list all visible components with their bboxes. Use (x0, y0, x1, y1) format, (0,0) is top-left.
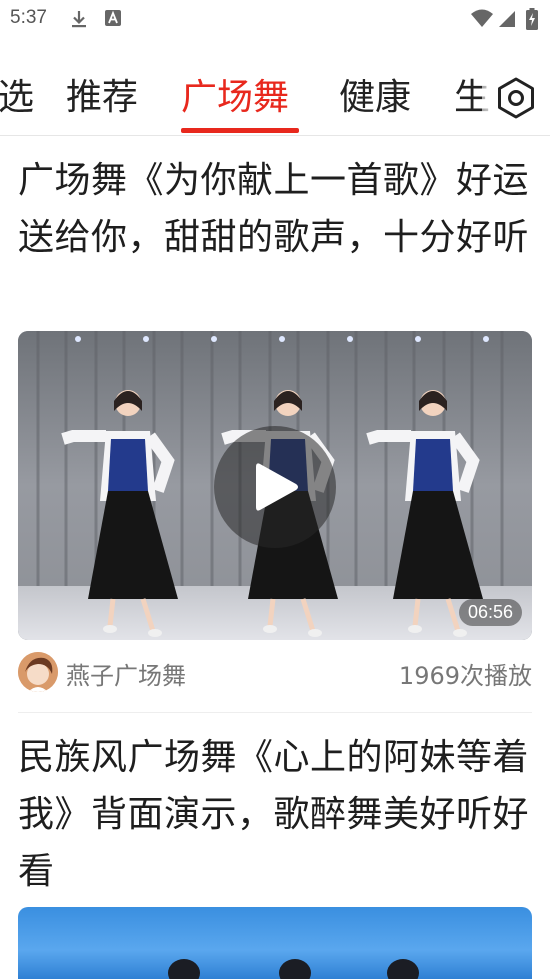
tab-square-dance[interactable]: 广场舞 (181, 72, 289, 124)
video-title[interactable]: 广场舞《为你献上一首歌》好运送给你，甜甜的歌声，十分好听 (18, 152, 533, 266)
video-thumbnail[interactable] (18, 907, 532, 979)
author-avatar[interactable] (18, 652, 58, 692)
feed-divider (18, 712, 532, 713)
download-icon (72, 11, 86, 28)
settings-icon (498, 77, 534, 119)
active-tab-indicator (181, 128, 299, 133)
tab-settings-button[interactable] (482, 62, 550, 134)
play-icon (256, 463, 298, 511)
category-tab-bar: 选 推荐 广场舞 健康 生 (0, 62, 550, 136)
tab-jingxuan[interactable]: 选 (0, 72, 34, 124)
status-bar: 5:37 (0, 0, 550, 38)
play-button[interactable] (214, 426, 336, 548)
battery-charging-icon (526, 8, 538, 30)
play-count: 1969次播放 (398, 662, 532, 690)
avatar-image (18, 652, 58, 692)
wifi-icon (471, 9, 493, 27)
status-time: 5:37 (10, 7, 47, 28)
video-duration: 06:56 (458, 599, 522, 626)
cell-signal-icon (499, 11, 515, 27)
dance-video-frame (168, 959, 419, 979)
tab-recommend[interactable]: 推荐 (66, 72, 138, 124)
video-meta-row: 燕子广场舞 1969次播放 (18, 652, 532, 694)
video-thumbnail[interactable]: 06:56 (18, 331, 532, 640)
a-notification-icon (105, 10, 121, 26)
author-name[interactable]: 燕子广场舞 (66, 656, 186, 691)
video-title[interactable]: 民族风广场舞《心上的阿妹等着我》背面演示，歌醉舞美好听好看 (18, 729, 533, 900)
tab-health[interactable]: 健康 (339, 72, 411, 124)
